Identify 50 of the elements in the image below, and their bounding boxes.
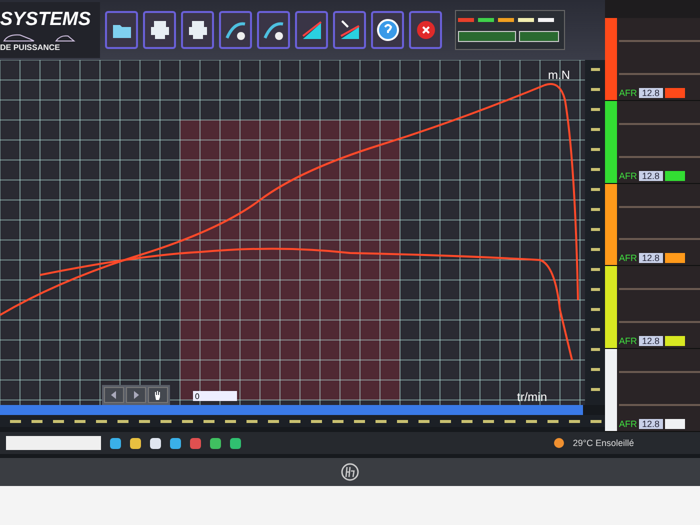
percent-bars-icon: [338, 18, 362, 42]
afr-label: AFR: [619, 88, 637, 98]
sun-icon: [554, 438, 564, 448]
hand-icon: [153, 390, 163, 400]
status-box: [664, 419, 685, 430]
torque-unit-label: m.N: [548, 68, 570, 82]
left-arrow-icon: [110, 391, 118, 399]
toolbar-button[interactable]: [181, 11, 214, 49]
weather-text: 29°C Ensoleillé: [572, 438, 634, 448]
afr-label: AFR: [619, 253, 637, 264]
afr-label: AFR: [619, 336, 637, 346]
status-box: [664, 336, 685, 346]
afr-label: AFR: [619, 419, 637, 430]
afr-value: 12.8: [639, 253, 663, 264]
toolbar-button[interactable]: [105, 11, 138, 49]
afr-value: 12.8: [639, 419, 663, 430]
logo-subtitle: DE PUISSANCE: [0, 42, 60, 52]
channel-dropdown[interactable]: [458, 31, 516, 42]
unit-dropdown[interactable]: [519, 31, 559, 42]
next-button[interactable]: [126, 387, 146, 403]
input-field[interactable]: 0: [193, 391, 237, 401]
pan-button[interactable]: [148, 387, 168, 403]
toolbar-button[interactable]: [295, 11, 328, 49]
toolbar-button[interactable]: [219, 11, 252, 49]
rpm-unit-label: tr/min: [517, 390, 547, 404]
app-icon[interactable]: [110, 438, 121, 448]
toolbar-button[interactable]: [409, 11, 442, 49]
logo-title: SYSTEMS: [0, 8, 91, 30]
afr-value: 12.8: [639, 88, 663, 98]
app-icon[interactable]: [130, 438, 141, 448]
app-icon[interactable]: [150, 438, 161, 448]
toolbar-button[interactable]: [143, 11, 176, 49]
toolbar-button[interactable]: [333, 11, 366, 49]
search-field[interactable]: [6, 436, 101, 450]
monitor-logo-icon: [341, 463, 359, 481]
afr-label: AFR: [619, 170, 637, 181]
afr-value: 12.8: [639, 336, 663, 346]
app-icon[interactable]: [210, 438, 221, 448]
app-icon[interactable]: [230, 438, 241, 448]
right-arrow-icon: [132, 391, 140, 399]
scroll-bar[interactable]: [0, 405, 583, 415]
afr-value: 12.8: [639, 170, 663, 181]
toolbar-button[interactable]: [371, 11, 404, 49]
app-icon[interactable]: [170, 438, 181, 448]
status-box: [664, 170, 685, 181]
toolbar-button[interactable]: [257, 11, 290, 49]
help-icon: [376, 18, 400, 42]
previous-button[interactable]: [104, 387, 124, 403]
status-box: [664, 253, 685, 264]
status-box: [664, 88, 685, 98]
